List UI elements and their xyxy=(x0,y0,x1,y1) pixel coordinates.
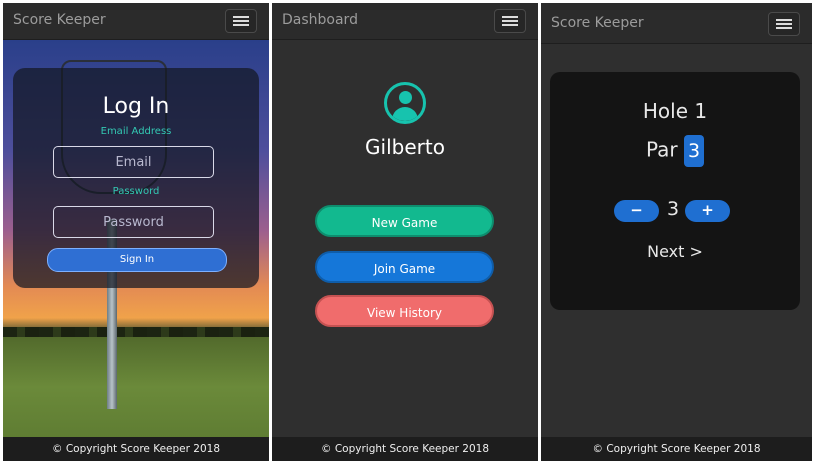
navbar: Score Keeper xyxy=(541,3,812,44)
email-label: Email Address xyxy=(100,126,172,137)
hamburger-menu-icon[interactable] xyxy=(768,12,800,36)
new-game-button[interactable]: New Game xyxy=(315,205,494,237)
login-card: Log In Email Address Password Sign In xyxy=(13,68,259,288)
user-avatar-icon xyxy=(384,82,426,124)
footer-copyright: © Copyright Score Keeper 2018 xyxy=(272,437,538,461)
increment-button[interactable]: + xyxy=(685,200,730,222)
footer-copyright: © Copyright Score Keeper 2018 xyxy=(541,437,812,461)
decrement-button[interactable]: − xyxy=(614,200,659,222)
score-card: Hole 1 Par 3 − 3 + Next > xyxy=(550,72,800,310)
hamburger-menu-icon[interactable] xyxy=(225,9,257,33)
hamburger-menu-icon[interactable] xyxy=(494,9,526,33)
next-button[interactable]: Next > xyxy=(550,242,800,261)
password-label: Password xyxy=(112,186,160,197)
par-value-badge: 3 xyxy=(684,135,704,167)
par-label: Par xyxy=(646,137,678,162)
username: Gilberto xyxy=(365,135,445,159)
navbar-brand[interactable]: Score Keeper xyxy=(551,15,644,31)
scoring-screen: Score Keeper Hole 1 Par 3 − 3 + Next > ©… xyxy=(541,3,812,461)
login-title: Log In xyxy=(102,94,170,119)
join-game-button[interactable]: Join Game xyxy=(315,251,494,283)
email-field[interactable] xyxy=(53,146,214,178)
hole-label: Hole 1 xyxy=(642,99,708,123)
sign-in-button[interactable]: Sign In xyxy=(47,248,227,272)
navbar: Score Keeper xyxy=(3,3,269,40)
password-field[interactable] xyxy=(53,206,214,238)
navbar: Dashboard xyxy=(272,3,538,40)
login-screen: Score Keeper Log In Email Address Passwo… xyxy=(3,3,269,461)
score-stepper: − 3 + xyxy=(550,198,800,224)
navbar-brand[interactable]: Score Keeper xyxy=(13,12,106,28)
dashboard-screen: Dashboard Gilberto New Game Join Game Vi… xyxy=(272,3,538,461)
par-row: Par 3 xyxy=(550,135,800,167)
footer-copyright: © Copyright Score Keeper 2018 xyxy=(3,437,269,461)
view-history-button[interactable]: View History xyxy=(315,295,494,327)
grass-field xyxy=(3,337,269,437)
navbar-brand[interactable]: Dashboard xyxy=(282,12,358,28)
score-value: 3 xyxy=(666,198,680,220)
